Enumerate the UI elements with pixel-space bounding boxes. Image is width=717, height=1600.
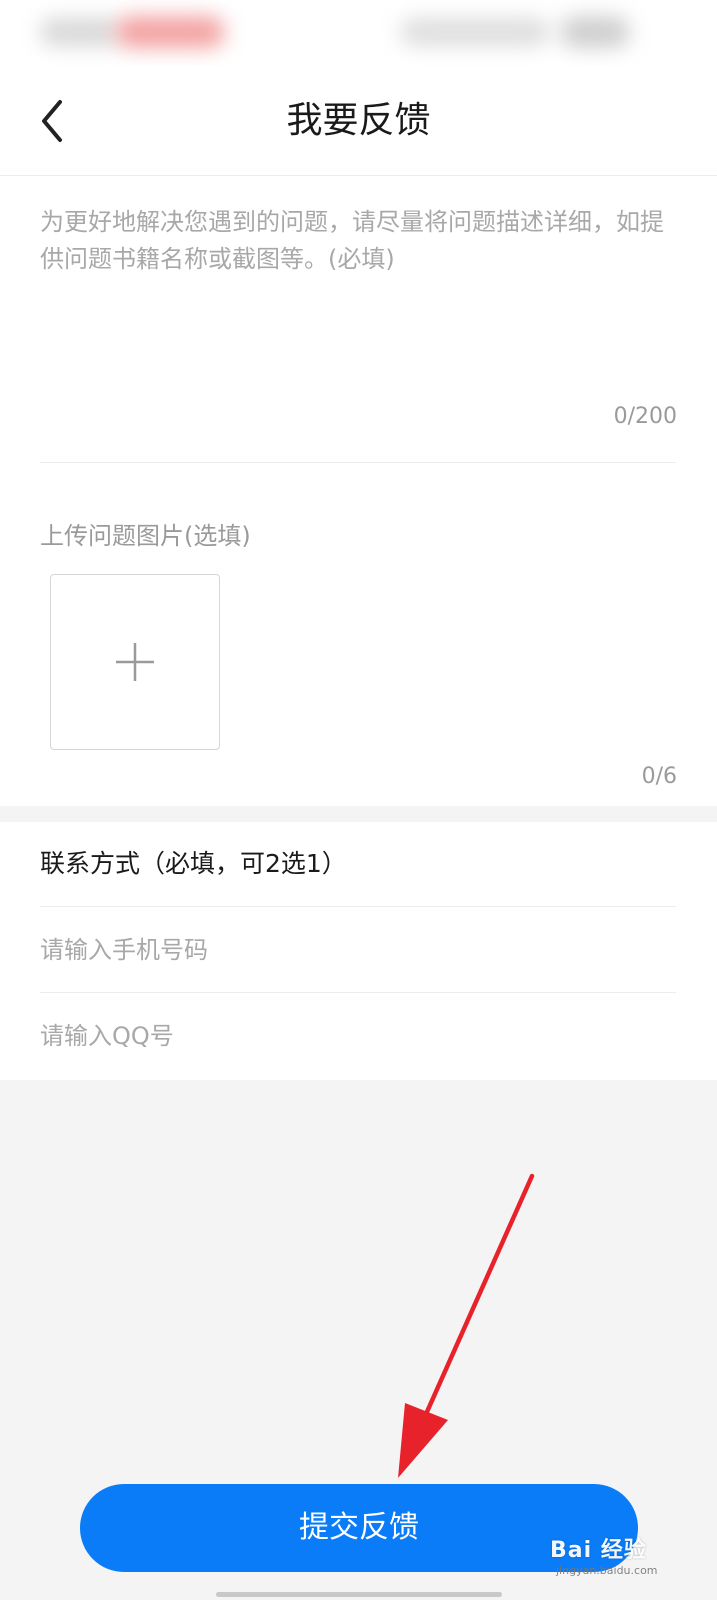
upload-label: 上传问题图片(选填)	[40, 522, 251, 550]
feedback-section: 0/200 上传问题图片(选填) 0/6	[0, 176, 717, 806]
contact-section: 联系方式（必填，可2选1）	[0, 822, 717, 1080]
status-right-blur	[400, 18, 550, 46]
description-textarea[interactable]	[40, 204, 676, 394]
home-indicator	[216, 1592, 502, 1597]
plus-icon	[116, 643, 154, 681]
contact-divider	[40, 906, 676, 907]
contact-divider	[40, 992, 676, 993]
watermark-text: Bai 经验	[550, 1538, 647, 1563]
page-title: 我要反馈	[286, 100, 431, 141]
status-bar	[0, 0, 717, 66]
phone-input[interactable]	[40, 930, 640, 970]
image-counter: 0/6	[641, 764, 677, 789]
status-battery-blur	[560, 16, 630, 48]
qq-input[interactable]	[40, 1016, 640, 1056]
watermark-url: jingyan.baidu.com	[556, 1564, 658, 1577]
contact-title: 联系方式（必填，可2选1）	[40, 849, 347, 878]
add-image-button[interactable]	[50, 574, 220, 750]
status-left-blur	[40, 18, 120, 46]
section-divider	[40, 462, 676, 463]
status-carrier-blur	[115, 16, 225, 48]
baidu-watermark: Bai 经验 jingyan.baidu.com	[550, 1526, 690, 1586]
description-char-counter: 0/200	[613, 404, 677, 429]
header-bar: 我要反馈	[0, 66, 717, 176]
